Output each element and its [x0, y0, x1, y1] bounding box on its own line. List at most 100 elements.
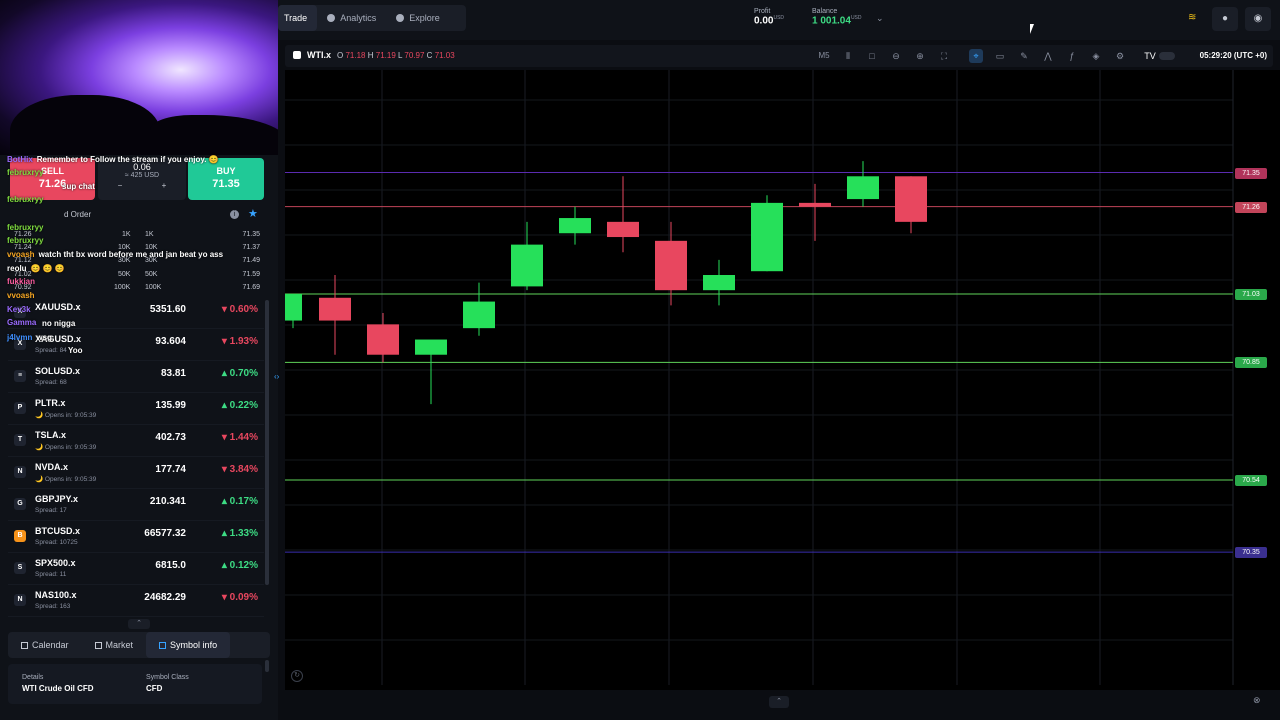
order-type-label[interactable]: d Order [64, 210, 91, 219]
market-row-solusd[interactable]: ≡ SOLUSD.x Spread: 68 83.81 ▴ 0.70% [8, 361, 264, 393]
plus-button[interactable]: + [162, 181, 167, 190]
price-tag: 70.54 [1235, 475, 1267, 486]
settings-icon[interactable]: ⚙ [1113, 49, 1127, 63]
market-row-gbpjpy[interactable]: G GBPJPY.x Spread: 17 210.341 ▴ 0.17% [8, 489, 264, 521]
timeframe-selector[interactable]: M5 [815, 49, 833, 63]
details-scrollbar[interactable] [265, 660, 269, 672]
bottom-tabs: Calendar Market Symbol info [8, 632, 270, 658]
market-sub: 🌙 Opens in: 9:05:39 [35, 444, 97, 451]
explore-icon [396, 14, 405, 22]
candle-body [799, 202, 831, 207]
bell-icon[interactable]: ● [1212, 7, 1238, 31]
market-change: ▾ 0.60% [221, 304, 258, 315]
candle-type-icon[interactable]: ⫴ [841, 49, 855, 63]
layers-icon[interactable]: ◈ [1089, 49, 1103, 63]
volume-input[interactable]: 0.06 ≈ 425 USD − + [98, 158, 186, 200]
chat-message: februxryy [7, 223, 44, 232]
market-sub: 🌙 Opens in: 9:05:39 [35, 412, 97, 419]
pattern-icon[interactable]: ⋀ [1041, 49, 1055, 63]
market-row-pltr[interactable]: P PLTR.x 🌙 Opens in: 9:05:39 135.99 ▴ 0.… [8, 393, 264, 425]
fit-screen-icon[interactable]: ⛶ [937, 49, 951, 63]
candlestick-chart-svg [285, 70, 1234, 685]
chevron-down-icon[interactable]: ⌄ [876, 13, 884, 24]
panel-resize-handle-icon[interactable]: ‹› [274, 372, 279, 381]
candle-body [415, 339, 447, 355]
market-row-tsla[interactable]: T TSLA.x 🌙 Opens in: 9:05:39 402.73 ▾ 1.… [8, 425, 264, 457]
market-price: 93.604 [155, 336, 186, 347]
zoom-out-icon[interactable]: ⊖ [889, 49, 903, 63]
pencil-icon[interactable]: ✎ [1017, 49, 1031, 63]
main-nav-tabs: Trade Analytics Explore [278, 5, 466, 31]
info-icon[interactable]: i [230, 210, 239, 219]
price-tag: 71.26 [1235, 201, 1267, 213]
symbol-info-icon [159, 641, 167, 649]
minus-button[interactable]: − [118, 181, 123, 190]
symbol-details: Details WTI Crude Oil CFD Symbol Class C… [8, 664, 262, 704]
market-change: ▴ 0.17% [221, 496, 258, 507]
market-sub: Spread: 11 [35, 571, 67, 578]
ruler-icon[interactable]: ▭ [993, 49, 1007, 63]
market-name: NAS100.x [35, 590, 77, 600]
user-icon[interactable]: ◉ [1245, 7, 1271, 31]
details-value: WTI Crude Oil CFD [22, 684, 94, 693]
webcam-person-silhouette [10, 95, 160, 155]
buy-button[interactable]: BUY 71.35 [188, 158, 264, 200]
us-flag-icon: N [14, 594, 26, 606]
market-list-scrollbar[interactable] [265, 300, 269, 585]
webcam-background-shape [150, 115, 278, 155]
tab-calendar[interactable]: Calendar [8, 632, 82, 658]
reset-chart-icon[interactable]: ↻ [291, 670, 303, 682]
sell-button[interactable]: SELL 71.26 [10, 158, 95, 200]
market-row-spx500[interactable]: S SPX500.x Spread: 11 6815.0 ▴ 0.12% [8, 553, 264, 585]
ladder-row[interactable]: 70.92 100K 100K 71.69 [6, 284, 264, 296]
market-change: ▾ 0.09% [221, 592, 258, 603]
chat-message: fukkian [7, 277, 36, 286]
function-icon[interactable]: ƒ [1065, 49, 1079, 63]
top-bar: Trade Analytics Explore Profit 0.00USD B… [278, 0, 1280, 40]
crosshair-icon[interactable]: ⌖ [969, 49, 983, 63]
market-change: ▴ 0.70% [221, 368, 258, 379]
star-icon[interactable]: ★ [248, 207, 258, 220]
market-row-nas100[interactable]: N NAS100.x Spread: 163 24682.29 ▾ 0.09% [8, 585, 264, 617]
mouse-cursor-icon [1030, 24, 1034, 34]
wifi-icon: ≋ [1188, 12, 1197, 23]
expand-panel-icon[interactable]: ⌃ [769, 696, 789, 708]
candle-body [367, 324, 399, 355]
balance-metric[interactable]: Balance 1 001.04USD [812, 8, 862, 26]
gbpjpy-icon: G [14, 498, 26, 510]
candle-body [463, 301, 495, 329]
toggle-switch[interactable] [1159, 52, 1175, 60]
tab-trade[interactable]: Trade [278, 5, 318, 31]
analytics-icon [327, 14, 336, 22]
market-row-btcusd[interactable]: B BTCUSD.x Spread: 10725 66577.32 ▴ 1.33… [8, 521, 264, 553]
market-change: ▴ 1.33% [221, 528, 258, 539]
price-tag: 71.03 [1235, 288, 1267, 300]
zoom-in-icon[interactable]: ⊕ [913, 49, 927, 63]
market-change: ▾ 3.84% [221, 464, 258, 475]
price-chart[interactable]: 71.35 71.26 71.03 70.85 70.54 70.35 ↻ ⌃ ⊗ [285, 70, 1280, 708]
tab-analytics[interactable]: Analytics [317, 5, 386, 31]
tab-market[interactable]: Market [82, 632, 147, 658]
market-change: ▾ 1.44% [221, 432, 258, 443]
chat-message: vvoash [7, 291, 35, 300]
candle-body [703, 275, 735, 291]
ohlc-readout: O 71.18 H 71.19 L 70.97 C 71.03 [337, 50, 455, 60]
market-price: 24682.29 [144, 592, 186, 603]
market-name: PLTR.x [35, 398, 66, 408]
market-row-nvda[interactable]: N NVDA.x 🌙 Opens in: 9:05:39 177.74 ▾ 3.… [8, 457, 264, 489]
volume-usd: ≈ 425 USD [124, 172, 160, 179]
chat-message: Kev3k [7, 305, 31, 314]
square-icon[interactable]: □ [865, 49, 879, 63]
close-circle-icon[interactable]: ⊗ [1253, 695, 1261, 706]
candle-body [511, 244, 543, 287]
chat-message: sup chat [62, 182, 95, 191]
symbol-info[interactable]: WTI.x O 71.18 H 71.19 L 70.97 C 71.03 [293, 50, 455, 60]
collapse-toggle-icon[interactable]: ⌃ [128, 619, 150, 629]
tsla-icon: T [14, 434, 26, 446]
symbol-class-label: Symbol Class [146, 674, 189, 681]
market-change: ▾ 1.93% [221, 336, 258, 347]
market-sub: Spread: 10725 [35, 539, 78, 546]
tab-symbol-info[interactable]: Symbol info [146, 632, 231, 658]
market-icon [94, 641, 102, 649]
tab-explore[interactable]: Explore [386, 5, 450, 31]
